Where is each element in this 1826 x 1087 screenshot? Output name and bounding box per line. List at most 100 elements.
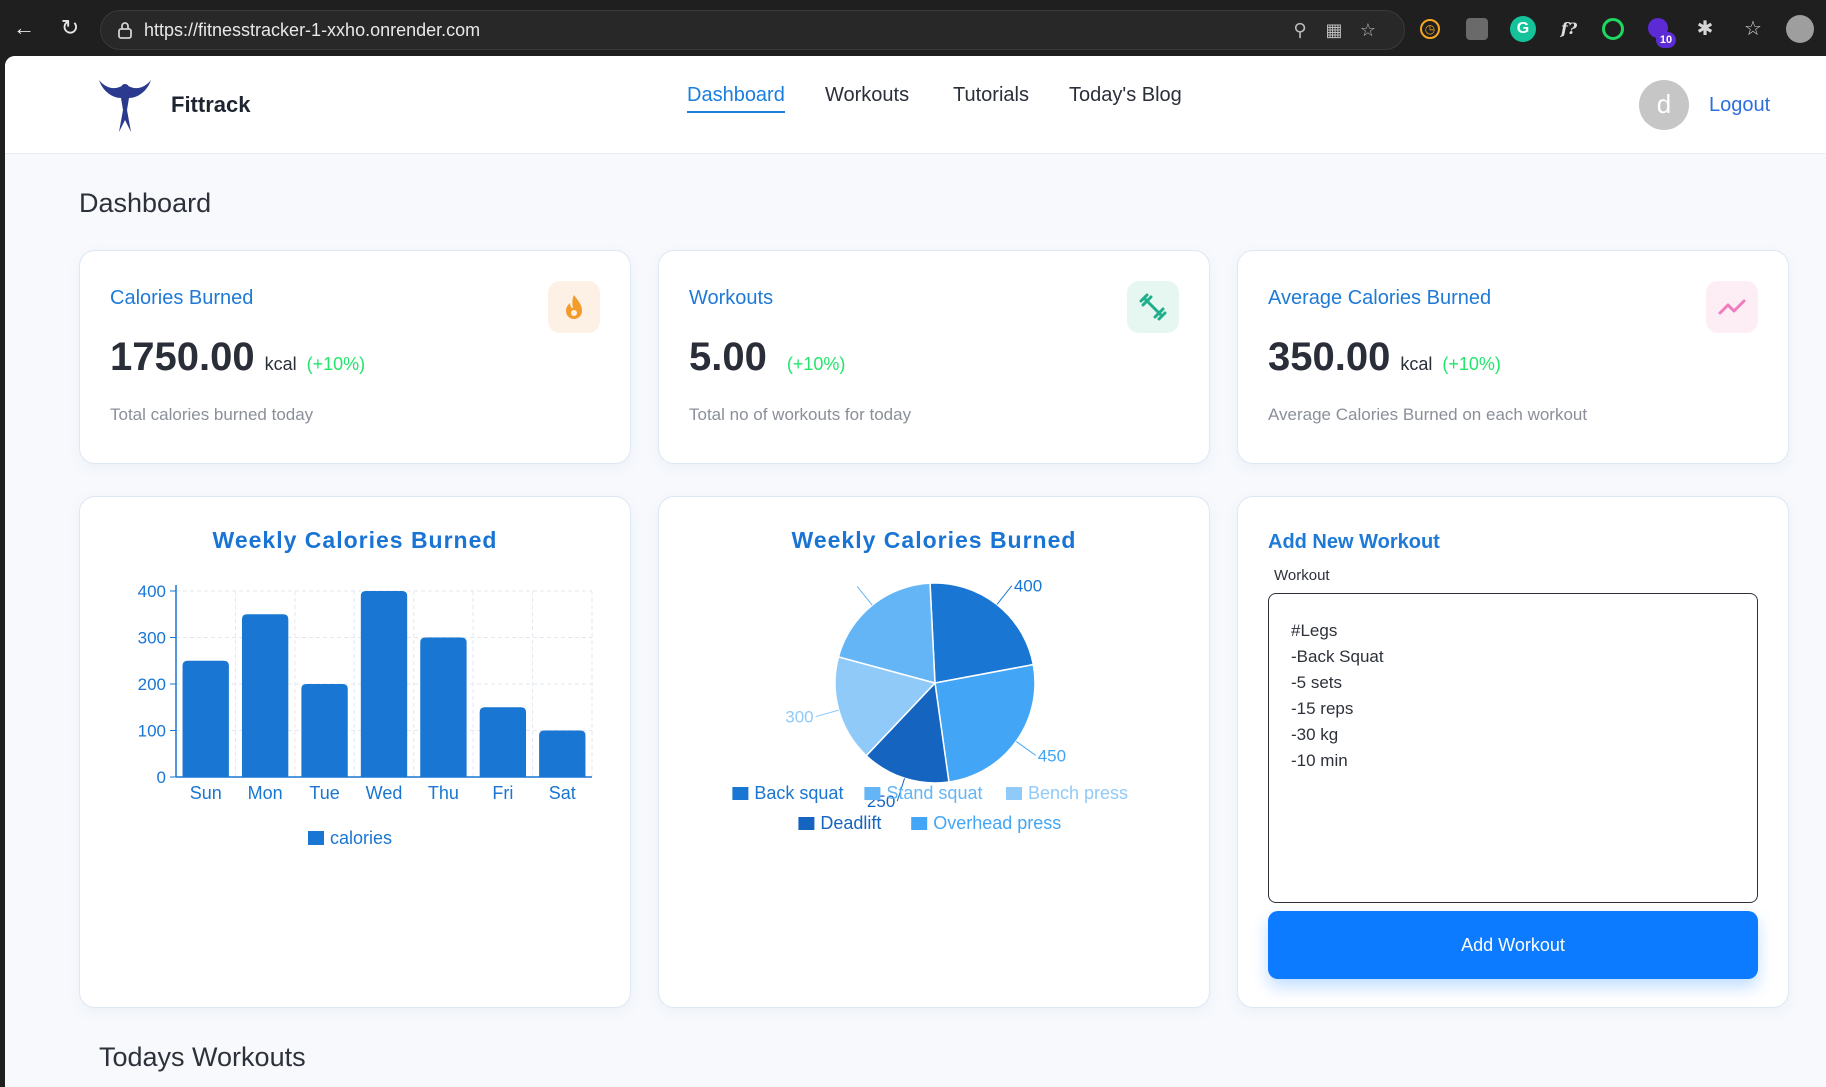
slice-value-label: 400 (1014, 577, 1042, 596)
logout-button[interactable]: Logout (1709, 94, 1770, 117)
formula-icon[interactable]: f? (1556, 16, 1582, 42)
label-leader (815, 709, 839, 718)
puzzle-icon[interactable]: ✱ (1692, 16, 1718, 42)
add-workout-card: Add New Workout Workout #Legs -Back Squa… (1237, 496, 1789, 1008)
bar (420, 637, 467, 777)
nav-dashboard[interactable]: Dashboard (687, 84, 785, 113)
legend-swatch (732, 787, 749, 800)
profile-icon[interactable] (1786, 15, 1814, 43)
back-icon[interactable]: ← (10, 14, 38, 42)
x-tick-label: Fri (492, 783, 513, 803)
stat-value: 5.00 (+10%) (689, 335, 846, 379)
slice-value-label: 450 (1038, 746, 1066, 765)
stat-value: 1750.00 kcal (+10%) (110, 335, 366, 379)
legend-label: Bench press (1028, 783, 1128, 803)
y-tick-label: 200 (138, 675, 166, 694)
x-tick-label: Mon (248, 783, 283, 803)
star-icon[interactable]: ☆ (1357, 19, 1379, 41)
pie-chart: 400450250300Back squat Stand squat Bench p… (732, 577, 1128, 833)
url-text: https://fitnesstracker-1-xxho.onrender.c… (144, 20, 481, 40)
bar (360, 591, 408, 777)
trending-icon (1706, 281, 1758, 333)
stat-description: Total calories burned today (110, 405, 314, 424)
add-workout-button[interactable]: Add Workout (1268, 911, 1758, 979)
pie-slice (934, 663, 1036, 783)
address-bar[interactable]: https://fitnesstracker-1-xxho.onrender.c… (100, 10, 1405, 50)
stat-card-average: Average Calories Burned 350.00 kcal (+10%)… (1237, 250, 1789, 464)
chart-title: Weekly Calories Burned (791, 527, 1077, 553)
y-tick-label: 0 (157, 768, 166, 787)
label-leader (1015, 740, 1036, 756)
section-title: Todays Workouts (99, 1042, 306, 1072)
workout-textarea[interactable]: #Legs -Back Squat -5 sets -15 reps -30 k… (1268, 593, 1758, 903)
x-tick-label: Tue (309, 783, 339, 803)
legend-label: Deadlift (820, 813, 881, 833)
bar-chart: 0 100 200 300 400 Sun Mon Tue Wed Thu Fri Sat calori… (138, 582, 593, 848)
stat-title: Average Calories Burned (1268, 287, 1492, 309)
legend-swatch (798, 817, 815, 830)
pie-chart-card: Weekly Calories Burned 400 450 250 300 Back … (658, 496, 1210, 1008)
legend-label: calories (330, 828, 392, 848)
slice-value-label: 300 (785, 708, 813, 727)
legend-swatch (864, 787, 881, 800)
favorites-icon[interactable]: ☆ (1740, 16, 1766, 42)
bar (479, 707, 527, 777)
nav-workouts[interactable]: Workouts (825, 84, 909, 111)
label-leader (856, 586, 873, 606)
x-tick-label: Thu (428, 783, 459, 803)
stat-change: (+10%) (786, 354, 846, 374)
nav-todays-blog[interactable]: Today's Blog (1069, 84, 1182, 111)
stat-value: 350.00 kcal (+10%) (1268, 335, 1501, 379)
stat-title: Workouts (689, 287, 774, 309)
brand-name[interactable]: Fittrack (171, 92, 250, 118)
stat-change: (+10%) (1442, 354, 1501, 374)
y-tick-label: 400 (138, 582, 166, 601)
bar (539, 730, 586, 777)
apps-icon[interactable]: ▦ (1323, 19, 1345, 41)
legend-label: Overhead press (933, 813, 1061, 833)
avatar[interactable]: d (1639, 80, 1689, 130)
legend-label: Stand squat (886, 783, 982, 803)
label-leader (996, 585, 1013, 605)
bar (241, 614, 289, 777)
page: Fittrack Dashboard Workouts Tutorials To… (5, 56, 1826, 1087)
legend-swatch (308, 831, 324, 845)
bar (182, 660, 229, 777)
y-tick-label: 300 (138, 629, 166, 648)
stat-change: (+10%) (306, 354, 366, 374)
stat-unit: kcal (264, 354, 297, 374)
x-tick-label: Sat (549, 783, 576, 803)
timer-extension-icon[interactable]: ◷ (1420, 19, 1440, 39)
stat-card-workouts: Workouts 5.00 (+10%) Total no of workouts… (658, 250, 1210, 464)
legend-swatch (911, 817, 928, 830)
form-title: Add New Workout (1268, 531, 1440, 553)
key-icon[interactable]: ⚲ (1289, 19, 1311, 41)
legend-swatch (1006, 787, 1022, 800)
logo-icon[interactable] (95, 76, 155, 134)
stat-description: Total no of workouts for today (689, 405, 912, 424)
x-tick-label: Sun (190, 783, 222, 803)
nav-tutorials[interactable]: Tutorials (953, 84, 1029, 111)
reload-icon[interactable]: ↻ (56, 14, 84, 42)
extension-badge: 10 (1656, 32, 1676, 48)
x-tick-label: Wed (366, 783, 403, 803)
legend-label: Back squat (754, 783, 843, 803)
navbar: Fittrack Dashboard Workouts Tutorials To… (5, 56, 1826, 154)
target-extension-icon[interactable] (1602, 18, 1624, 40)
fire-icon (548, 281, 600, 333)
dumbbell-icon (1127, 281, 1179, 333)
grammarly-icon[interactable]: G (1510, 16, 1536, 42)
extension-icon[interactable] (1466, 18, 1488, 40)
bar-chart-card: Weekly Calories Burned 0 100 200 300 400 Sun M… (79, 496, 631, 1008)
lock-icon (118, 22, 132, 39)
chart-title: Weekly Calories Burned (212, 527, 498, 553)
stat-title: Calories Burned (110, 287, 254, 309)
stat-description: Average Calories Burned on each workout (1268, 405, 1588, 424)
page-title: Dashboard (79, 188, 212, 218)
workout-label: Workout (1274, 567, 1330, 584)
bar (301, 684, 348, 777)
y-tick-label: 100 (138, 722, 166, 741)
browser-toolbar: ← ↻ https://fitnesstracker-1-xxho.onrend… (0, 0, 1826, 56)
stat-card-calories: Calories Burned 1750.00 kcal (+10%) Total … (79, 250, 631, 464)
stat-unit: kcal (1400, 354, 1433, 374)
